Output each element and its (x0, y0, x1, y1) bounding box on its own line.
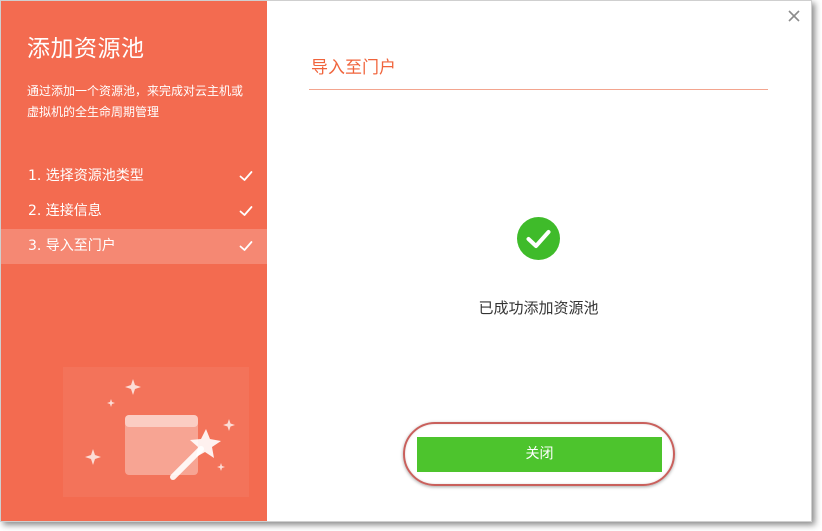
check-icon (239, 206, 253, 216)
check-icon (239, 171, 253, 181)
wizard-description: 通过添加一个资源池，来完成对云主机或虚拟机的全生命周期管理 (27, 84, 244, 119)
wizard-sidebar: 添加资源池 通过添加一个资源池，来完成对云主机或虚拟机的全生命周期管理 1. 选… (1, 1, 267, 521)
close-x-icon[interactable] (787, 9, 801, 23)
magic-wand-illustration (63, 367, 249, 497)
step-connection-info[interactable]: 2. 连接信息 (1, 194, 267, 229)
step-label: 2. 连接信息 (28, 203, 102, 219)
add-resource-pool-dialog: 添加资源池 通过添加一个资源池，来完成对云主机或虚拟机的全生命周期管理 1. 选… (0, 0, 812, 522)
wizard-steps: 1. 选择资源池类型 2. 连接信息 3. 导入至门户 (1, 159, 267, 264)
step-label: 3. 导入至门户 (28, 238, 116, 254)
success-check-circle-icon (517, 217, 560, 260)
wizard-title: 添加资源池 (27, 36, 145, 62)
page-title: 导入至门户 (311, 58, 396, 78)
check-icon (239, 241, 253, 251)
success-message: 已成功添加资源池 (478, 299, 599, 317)
close-button[interactable]: 关闭 (417, 437, 662, 472)
title-divider (309, 89, 768, 90)
step-select-pool-type[interactable]: 1. 选择资源池类型 (1, 159, 267, 194)
step-import-to-portal[interactable]: 3. 导入至门户 (1, 229, 267, 264)
step-label: 1. 选择资源池类型 (28, 168, 144, 184)
